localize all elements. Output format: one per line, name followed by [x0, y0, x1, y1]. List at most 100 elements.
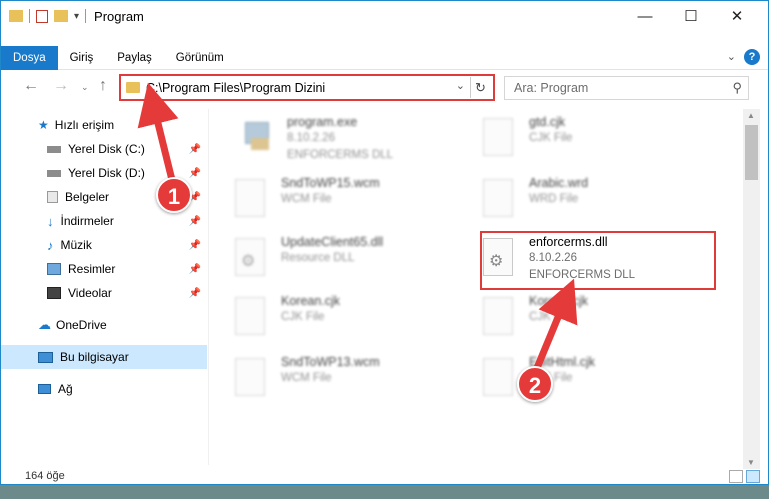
sidebar-item-label: Hızlı erişim [54, 118, 115, 132]
file-type: CJK File [281, 311, 325, 323]
status-bar: 164 öğe [1, 469, 768, 485]
scrollbar-thumb[interactable] [745, 125, 758, 180]
pin-icon[interactable]: 📌 [189, 288, 201, 299]
scroll-down-icon[interactable]: ▼ [747, 458, 755, 467]
sidebar-item-onedrive[interactable]: ☁ OneDrive [1, 313, 207, 337]
pin-icon[interactable]: 📌 [189, 144, 201, 155]
file-type: WRD File [529, 193, 579, 205]
pin-icon[interactable]: 📌 [189, 168, 201, 179]
file-name: SndToWP15.wcm [281, 176, 380, 190]
annotation-marker-1: 1 [156, 177, 192, 213]
music-icon: ♪ [47, 237, 54, 253]
sidebar-item-label: OneDrive [56, 318, 107, 332]
sidebar-item-disk-c[interactable]: Yerel Disk (C:) 📌 [1, 137, 207, 161]
video-icon [47, 287, 61, 299]
file-version: 8.10.2.26 [287, 132, 335, 144]
sidebar-item-music[interactable]: ♪ Müzik 📌 [1, 233, 207, 257]
file-name: gtd.cjk [529, 115, 566, 129]
separator [85, 9, 87, 23]
document-file-icon [235, 179, 265, 217]
back-arrow-icon[interactable]: ← [23, 77, 39, 95]
properties-icon[interactable] [36, 9, 48, 23]
up-arrow-icon[interactable]: ↑ [99, 77, 107, 95]
pin-icon[interactable]: 📌 [189, 240, 201, 251]
sidebar-item-label: Bu bilgisayar [60, 350, 129, 364]
pictures-icon [47, 263, 61, 275]
star-icon: ★ [38, 118, 49, 132]
tab-view[interactable]: Görünüm [164, 46, 236, 70]
document-file-icon [483, 118, 513, 156]
separator [29, 9, 30, 23]
tab-home[interactable]: Giriş [58, 46, 106, 70]
document-file-icon [235, 358, 265, 396]
sidebar-item-label: Belgeler [65, 190, 110, 204]
recent-locations-icon[interactable]: ⌄ [81, 82, 89, 93]
annotation-marker-2: 2 [517, 366, 553, 402]
expand-ribbon-icon[interactable]: ⌄ [727, 50, 736, 63]
quick-access-toolbar: ▾ [1, 9, 87, 23]
network-icon [38, 384, 51, 394]
details-view-icon[interactable] [729, 470, 743, 483]
sidebar-item-label: Müzik [60, 238, 92, 252]
exe-file-icon [241, 118, 271, 156]
address-path: C:\Program Files\Program Dizini [146, 80, 326, 95]
document-file-icon [235, 297, 265, 335]
download-icon: ↓ [47, 213, 54, 229]
search-input[interactable]: Ara: Program [514, 81, 588, 95]
forward-arrow-icon[interactable]: → [53, 77, 69, 95]
file-name: Korean.cjk [281, 294, 341, 308]
pane-divider[interactable] [208, 109, 209, 465]
file-name: SndToWP13.wcm [281, 355, 380, 369]
sidebar-item-label: Ağ [58, 382, 73, 396]
documents-icon [47, 191, 58, 203]
tab-file[interactable]: Dosya [1, 45, 58, 70]
close-button[interactable]: ✕ [714, 1, 760, 31]
sidebar-item-this-pc[interactable]: Bu bilgisayar [1, 345, 207, 369]
customize-toolbar-icon[interactable]: ▾ [74, 11, 79, 22]
file-name: Arabic.wrd [529, 176, 589, 190]
tab-share[interactable]: Paylaş [105, 46, 164, 70]
new-folder-icon[interactable] [54, 10, 68, 22]
selection-highlight-box [480, 231, 716, 290]
sidebar-item-label: Resimler [68, 262, 116, 276]
file-type: CJK File [529, 311, 573, 323]
sidebar-item-quick-access[interactable]: ★ Hızlı erişim [1, 113, 207, 137]
sidebar-item-pictures[interactable]: Resimler 📌 [1, 257, 207, 281]
folder-icon [126, 82, 140, 93]
large-icons-view-icon[interactable] [746, 470, 760, 483]
window-title: Program [94, 8, 144, 24]
vertical-scrollbar[interactable]: ▲ ▼ [743, 109, 760, 469]
drive-icon [47, 169, 61, 177]
computer-icon [38, 351, 53, 363]
sidebar-item-network[interactable]: Ağ [1, 377, 207, 401]
file-type: WCM File [281, 372, 332, 384]
sidebar-item-label: İndirmeler [60, 214, 114, 228]
navigation-pane: ★ Hızlı erişim Yerel Disk (C:) 📌 Yerel D… [1, 109, 207, 469]
maximize-button[interactable]: ☐ [668, 1, 714, 31]
sidebar-item-videos[interactable]: Videolar 📌 [1, 281, 207, 305]
folder-icon [9, 10, 23, 22]
search-icon: ⚲ [732, 80, 742, 95]
dll-file-icon [235, 238, 265, 276]
file-name: Korean.cjk [529, 294, 589, 308]
cloud-icon: ☁ [38, 317, 51, 332]
drive-icon [47, 145, 61, 153]
sidebar-item-label: Yerel Disk (C:) [68, 142, 145, 156]
address-bar[interactable]: C:\Program Files\Program Dizini ⌄ ↻ [119, 74, 495, 101]
file-type: CJK File [529, 132, 573, 144]
minimize-button[interactable]: — [622, 1, 668, 31]
search-box[interactable]: Ara: Program ⚲ [504, 76, 749, 100]
file-name: program.exe [287, 115, 358, 129]
pin-icon[interactable]: 📌 [189, 216, 201, 227]
sidebar-item-label: Videolar [68, 286, 112, 300]
pin-icon[interactable]: 📌 [189, 264, 201, 275]
chevron-down-icon[interactable]: ⌄ [456, 79, 465, 92]
help-icon[interactable]: ? [744, 49, 760, 65]
title-bar: ▾ Program — ☐ ✕ [1, 1, 768, 31]
explorer-window: ▾ Program — ☐ ✕ Dosya Giriş Paylaş Görün… [0, 0, 769, 485]
scroll-up-icon[interactable]: ▲ [747, 111, 755, 120]
refresh-icon[interactable]: ↻ [470, 77, 490, 98]
document-file-icon [483, 179, 513, 217]
ribbon-tabs: Dosya Giriş Paylaş Görünüm ⌄ ? [1, 45, 768, 70]
file-description: ENFORCERMS DLL [287, 149, 394, 161]
